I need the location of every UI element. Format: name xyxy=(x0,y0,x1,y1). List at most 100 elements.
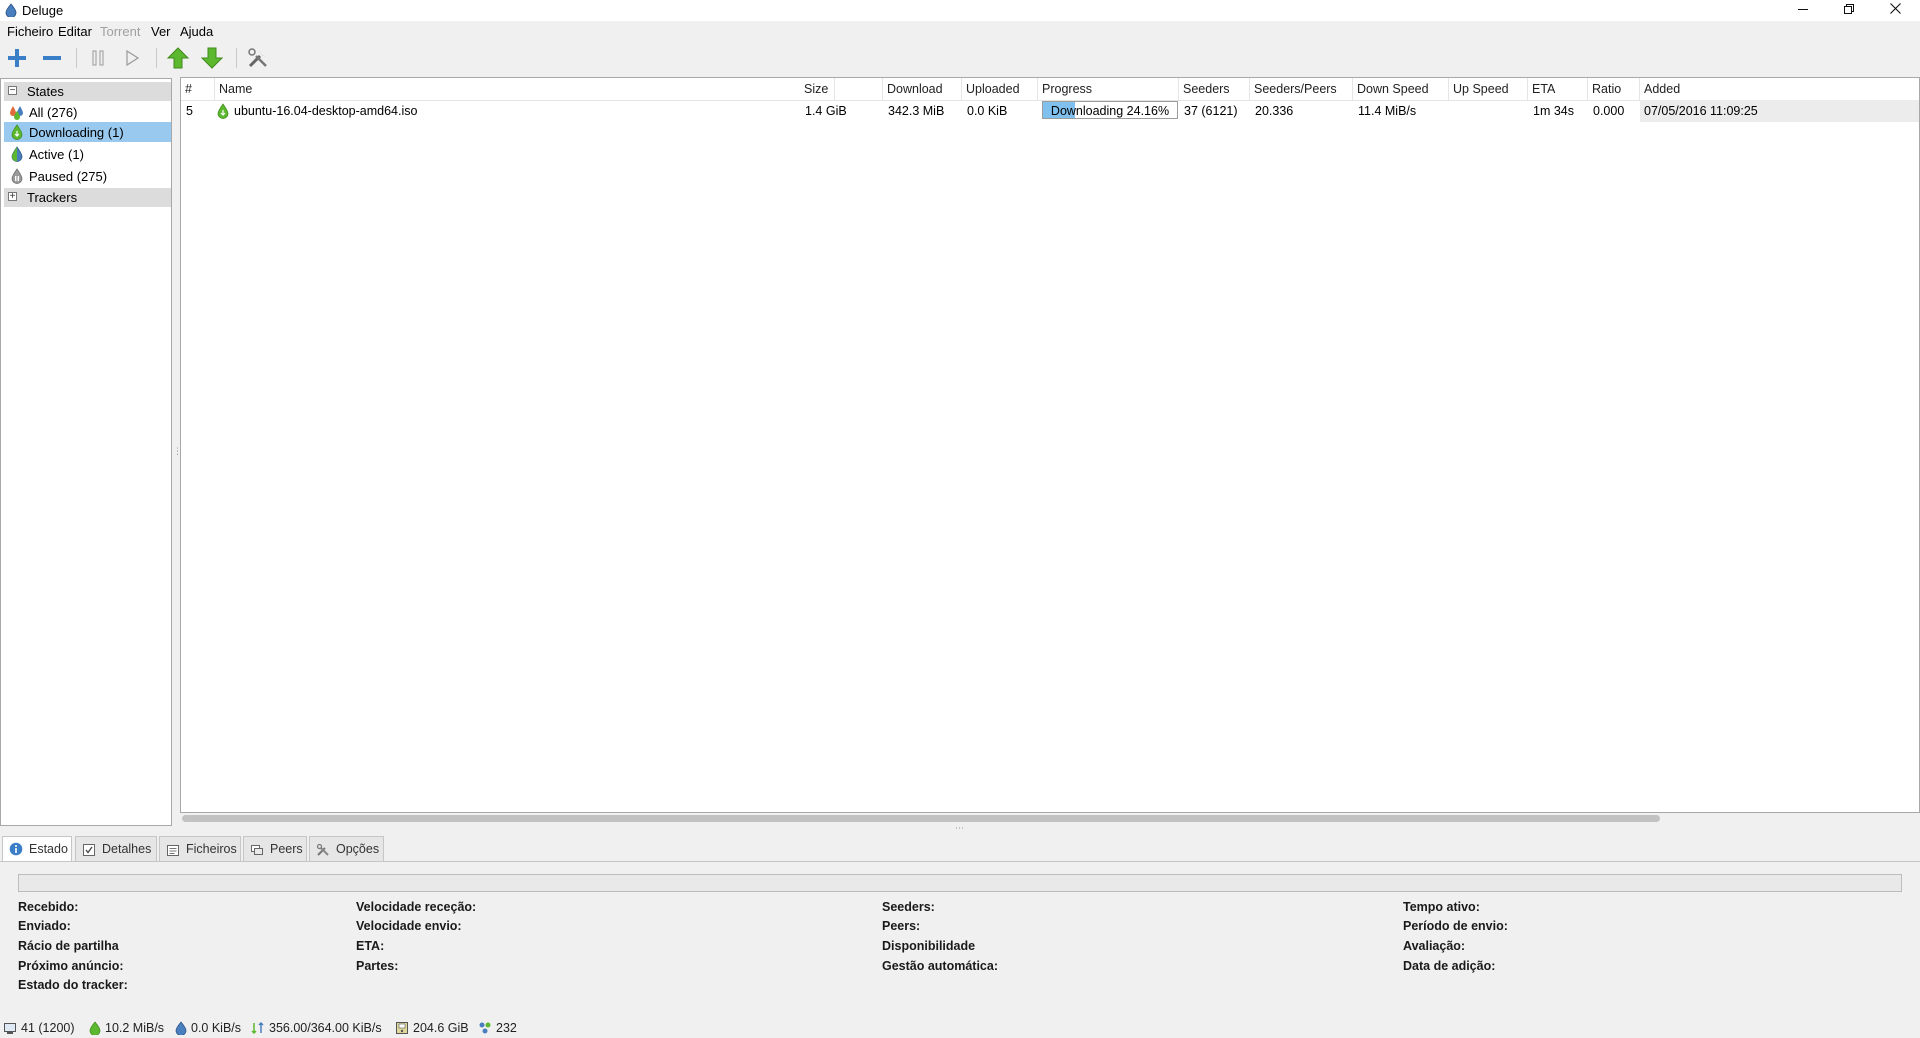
cell-eta: 1m 34s xyxy=(1533,104,1574,118)
all-icon xyxy=(9,104,25,123)
status-protocol-traffic[interactable]: 356.00/364.00 KiB/s xyxy=(251,1021,382,1038)
trackers-header-label: Trackers xyxy=(27,190,78,205)
peers-icon xyxy=(250,843,264,860)
add-torrent-button[interactable] xyxy=(5,46,31,70)
column-eta[interactable]: ETA xyxy=(1528,78,1588,100)
menu-ajuda[interactable]: Ajuda xyxy=(180,24,213,39)
sidebar: − States All (276) Downloading (1) Activ… xyxy=(0,78,172,826)
label-velocidade-envio: Velocidade envio: xyxy=(356,919,462,933)
download-speed-icon xyxy=(89,1021,101,1038)
sidebar-item-paused[interactable]: Paused (275) xyxy=(4,166,171,186)
files-icon xyxy=(166,843,180,860)
states-header[interactable]: − States xyxy=(4,82,171,101)
menu-ficheiro[interactable]: Ficheiro xyxy=(7,24,53,39)
traffic-icon xyxy=(251,1021,265,1038)
active-icon xyxy=(9,146,25,165)
status-dht[interactable]: 232 xyxy=(478,1021,517,1038)
status-download-speed[interactable]: 10.2 MiB/s xyxy=(89,1021,164,1038)
menu-ver[interactable]: Ver xyxy=(151,24,171,39)
status-protocol-value: 356.00/364.00 KiB/s xyxy=(269,1021,382,1035)
details-tabs: Estado Detalhes Ficheiros Peers Opções xyxy=(0,836,1920,862)
tab-peers[interactable]: Peers xyxy=(243,836,307,861)
label-peers: Peers: xyxy=(882,919,921,933)
restore-button[interactable] xyxy=(1826,0,1872,21)
label-estado-tracker: Estado do tracker: xyxy=(18,978,128,992)
resume-button[interactable] xyxy=(120,46,146,70)
remove-torrent-button[interactable] xyxy=(40,46,66,70)
horizontal-scrollbar[interactable] xyxy=(180,813,1920,824)
sidebar-item-label: Active (1) xyxy=(29,147,84,162)
column-progress[interactable]: Progress xyxy=(1038,78,1179,100)
column-seeders-peers[interactable]: Seeders/Peers xyxy=(1250,78,1353,100)
tools-icon xyxy=(316,843,330,860)
column-size[interactable]: Size xyxy=(800,78,883,100)
queue-up-button[interactable] xyxy=(166,46,192,70)
cell-ratio: 0.000 xyxy=(1593,104,1625,118)
status-free-space[interactable]: 204.6 GiB xyxy=(395,1021,469,1038)
pause-button[interactable] xyxy=(86,46,112,70)
states-header-label: States xyxy=(27,84,64,99)
label-gestao-automatica: Gestão automática: xyxy=(882,959,999,973)
tab-detalhes[interactable]: Detalhes xyxy=(75,836,157,861)
tab-estado[interactable]: Estado xyxy=(2,836,72,862)
details-splitter[interactable]: ⋯ xyxy=(955,823,965,834)
tab-ficheiros[interactable]: Ficheiros xyxy=(159,836,241,861)
sidebar-item-all[interactable]: All (276) xyxy=(4,102,171,122)
scrollbar-thumb[interactable] xyxy=(182,815,1660,822)
column-name[interactable]: Name xyxy=(215,78,835,100)
label-eta: ETA: xyxy=(356,939,385,953)
cell-down-speed: 11.4 MiB/s xyxy=(1358,104,1417,118)
arrow-down-icon xyxy=(200,47,224,69)
label-data-adicao: Data de adição: xyxy=(1403,959,1496,973)
menu-editar[interactable]: Editar xyxy=(58,24,92,39)
sidebar-item-label: Downloading (1) xyxy=(29,125,124,140)
tab-label: Detalhes xyxy=(102,842,152,856)
queue-down-button[interactable] xyxy=(200,46,226,70)
status-dht-value: 232 xyxy=(496,1021,517,1035)
column-download[interactable]: Download xyxy=(883,78,962,100)
dht-nodes-icon xyxy=(478,1021,492,1038)
collapse-icon[interactable]: − xyxy=(8,86,17,96)
menu-torrent[interactable]: Torrent xyxy=(100,24,140,39)
column-num[interactable]: # xyxy=(181,78,215,100)
column-ratio[interactable]: Ratio xyxy=(1588,78,1640,100)
sidebar-item-active[interactable]: Active (1) xyxy=(4,144,171,164)
status-upload-value: 0.0 KiB/s xyxy=(191,1021,242,1035)
label-partes: Partes: xyxy=(356,959,399,973)
status-connections-value: 41 (1200) xyxy=(21,1021,75,1035)
sidebar-item-label: Paused (275) xyxy=(29,169,108,184)
label-tempo-ativo: Tempo ativo: xyxy=(1403,900,1480,914)
toolbar-separator xyxy=(236,48,237,68)
label-avaliacao: Avaliação: xyxy=(1403,939,1466,953)
column-up-speed[interactable]: Up Speed xyxy=(1449,78,1528,100)
preferences-button[interactable] xyxy=(246,46,272,70)
expand-icon[interactable]: + xyxy=(8,192,17,202)
close-button[interactable] xyxy=(1872,0,1918,21)
trackers-header[interactable]: + Trackers xyxy=(4,188,171,207)
column-seeders[interactable]: Seeders xyxy=(1179,78,1250,100)
status-connections[interactable]: 41 (1200) xyxy=(3,1021,75,1038)
details-icon xyxy=(82,843,96,860)
tab-opcoes[interactable]: Opções xyxy=(309,836,384,861)
label-periodo-envio: Período de envio: xyxy=(1403,919,1508,933)
table-row[interactable]: 5 ubuntu-16.04-desktop-amd64.iso 1.4 GiB… xyxy=(181,100,1919,122)
tab-label: Peers xyxy=(270,842,303,856)
minimize-button[interactable] xyxy=(1780,0,1826,21)
sidebar-item-downloading[interactable]: Downloading (1) xyxy=(4,122,171,142)
status-upload-speed[interactable]: 0.0 KiB/s xyxy=(175,1021,241,1038)
progress-text: Downloading 24.16% xyxy=(1050,104,1170,118)
cell-seeders-peers: 20.336 xyxy=(1255,104,1294,118)
toolbar-separator xyxy=(76,48,77,68)
column-uploaded[interactable]: Uploaded xyxy=(962,78,1038,100)
menu-bar: Ficheiro Editar Torrent Ver Ajuda xyxy=(0,21,1920,42)
tab-label: Estado xyxy=(29,842,68,856)
label-proximo-anuncio: Próximo anúncio: xyxy=(18,959,124,973)
deluge-logo-icon xyxy=(5,3,17,20)
column-added[interactable]: Added xyxy=(1640,78,1919,100)
tab-label: Opções xyxy=(336,842,380,856)
cell-size: 1.4 GiB xyxy=(805,104,847,118)
cell-seeders: 37 (6121) xyxy=(1184,104,1238,118)
toolbar-separator xyxy=(156,48,157,68)
pause-icon xyxy=(92,50,104,66)
column-down-speed[interactable]: Down Speed xyxy=(1353,78,1449,100)
